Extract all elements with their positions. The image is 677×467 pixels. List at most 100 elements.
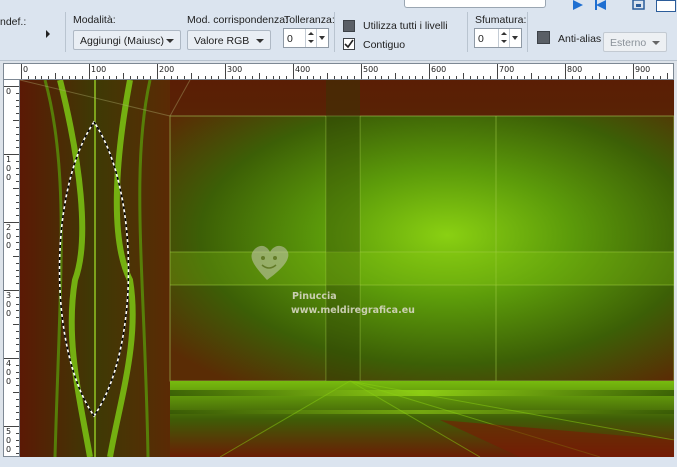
ruler-tick (16, 453, 19, 455)
usa-livelli-checkbox[interactable] (343, 20, 355, 32)
ruler-tick (272, 76, 274, 79)
usa-livelli-label: Utilizza tutti i livelli (363, 20, 448, 32)
preset-arrow-icon[interactable] (46, 30, 50, 38)
ruler-tick (490, 76, 492, 79)
ruler-tick (16, 228, 19, 230)
ruler-tick (218, 76, 220, 79)
tolleranza-label: Tolleranza: (284, 14, 335, 26)
ruler-tick (16, 398, 19, 400)
ruler-tick (170, 76, 172, 79)
ruler-tick (48, 76, 50, 79)
ruler-label: 2 (6, 223, 12, 232)
ruler-tick (16, 296, 19, 298)
modalita-dropdown[interactable]: Aggiungi (Maiusc) (73, 30, 181, 50)
save-icon[interactable] (632, 0, 646, 10)
ruler-tick (565, 64, 566, 79)
sfumatura-label: Sfumatura: (475, 14, 527, 26)
ruler-tick (41, 76, 43, 79)
chevron-down-icon (652, 41, 660, 45)
sfumatura-value: 0 (478, 33, 484, 45)
canvas-image (20, 80, 674, 457)
ruler-label: 300 (227, 65, 243, 74)
stepper-arrows-icon[interactable] (305, 29, 316, 47)
ruler-tick (82, 76, 84, 79)
sfumatura-stepper[interactable]: 0 (474, 28, 522, 48)
ruler-tick (16, 432, 19, 434)
ruler-label: 0 (6, 241, 12, 250)
image-canvas[interactable]: Pinuccia www.meldiregrafica.eu (20, 80, 674, 457)
ruler-label: 3 (6, 291, 12, 300)
ruler-tick (16, 167, 19, 169)
ruler-tick (16, 208, 19, 210)
ruler-tick (667, 73, 668, 79)
antialias-mode-dropdown[interactable]: Esterno (603, 32, 667, 52)
chevron-down-icon[interactable] (316, 29, 328, 47)
ruler-tick (626, 76, 628, 79)
layout-icon[interactable] (656, 0, 676, 12)
ruler-tick (558, 76, 560, 79)
ruler-tick (16, 92, 19, 94)
ruler-tick (55, 73, 56, 79)
ruler-tick (279, 76, 281, 79)
ruler-tick (599, 73, 600, 79)
ruler-tick (16, 419, 19, 421)
ruler-tick (163, 76, 165, 79)
ruler-tick (204, 76, 206, 79)
ruler-tick (75, 76, 77, 79)
ruler-label: 600 (431, 65, 447, 74)
ruler-label: 0 (6, 232, 12, 241)
ruler-tick (16, 276, 19, 278)
ruler-tick (16, 303, 19, 305)
ruler-tick (16, 201, 19, 203)
ruler-tick (16, 249, 19, 251)
tolleranza-stepper[interactable]: 0 (283, 28, 329, 48)
ruler-tick (16, 160, 19, 162)
contiguo-checkbox[interactable] (343, 38, 355, 50)
ruler-tick (429, 64, 430, 79)
ruler-label: 0 (6, 300, 12, 309)
corrispondenza-dropdown[interactable]: Valore RGB (187, 30, 271, 50)
ruler-tick (401, 76, 403, 79)
top-input-box[interactable] (404, 0, 546, 8)
ruler-tick (184, 76, 186, 79)
play-icon[interactable] (571, 0, 585, 10)
ruler-tick (483, 76, 485, 79)
ruler-tick (89, 64, 90, 79)
ruler-label: 800 (567, 65, 583, 74)
ruler-tick (660, 76, 662, 79)
vertical-ruler: 0100200300400500 (3, 80, 20, 457)
ruler-tick (367, 76, 369, 79)
ruler-label: 0 (23, 65, 29, 74)
ruler-tick (476, 76, 478, 79)
ruler-tick (639, 76, 641, 79)
separator (334, 12, 335, 52)
ruler-tick (449, 76, 451, 79)
ruler-label: 0 (6, 445, 12, 454)
ruler-tick (16, 194, 19, 196)
chevron-down-icon[interactable] (509, 29, 521, 47)
ruler-tick (16, 262, 19, 264)
ruler-tick (16, 439, 19, 441)
ruler-label: 0 (6, 309, 12, 318)
ruler-tick (211, 76, 213, 79)
ruler-tick (463, 73, 464, 79)
ruler-tick (306, 76, 308, 79)
corrispondenza-value: Valore RGB (194, 35, 250, 47)
stepper-arrows-icon[interactable] (498, 29, 509, 47)
ruler-tick (16, 310, 19, 312)
back-icon[interactable] (594, 0, 608, 10)
ruler-tick (265, 76, 267, 79)
ruler-tick (313, 76, 315, 79)
antialias-checkbox[interactable] (537, 31, 550, 44)
ruler-tick (34, 76, 36, 79)
ruler-label: 200 (159, 65, 175, 74)
ruler-tick (16, 106, 19, 108)
ruler-label: 0 (6, 377, 12, 386)
ruler-tick (245, 76, 247, 79)
ruler-tick (646, 76, 648, 79)
antialias-mode-value: Esterno (610, 37, 647, 49)
ruler-tick (299, 76, 301, 79)
ruler-label: 700 (499, 65, 515, 74)
ruler-tick (347, 76, 349, 79)
watermark-name: Pinuccia (292, 291, 337, 302)
